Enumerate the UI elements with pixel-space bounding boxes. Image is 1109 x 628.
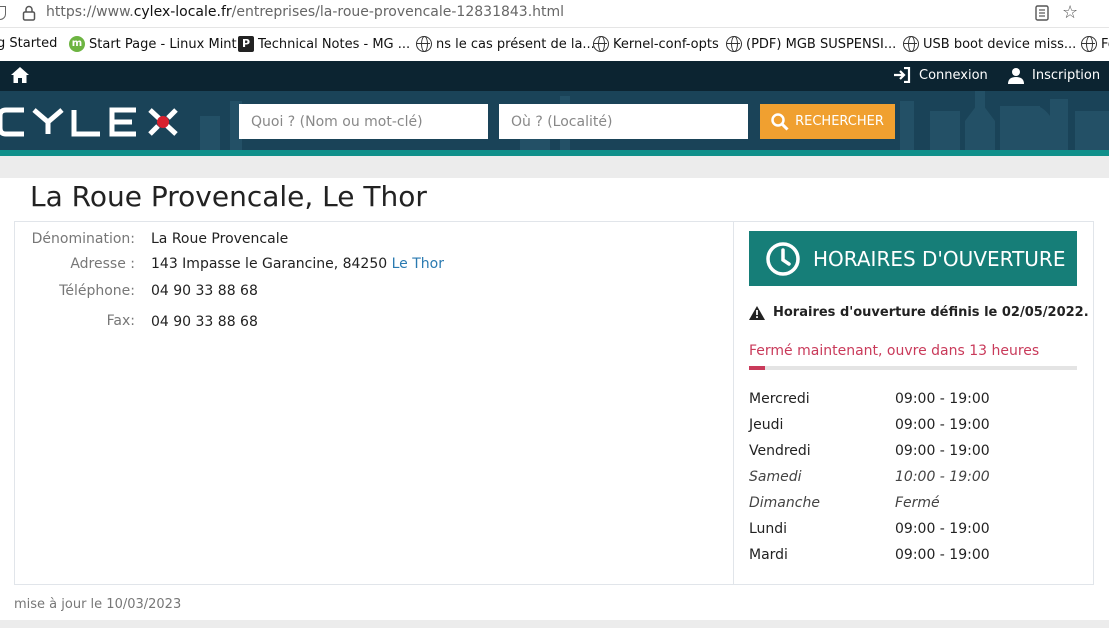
lock-icon[interactable]: [22, 5, 36, 21]
bookmark-label: (PDF) MGB SUSPENSI...: [746, 36, 897, 52]
bookmark-label: USB boot device miss...: [923, 36, 1077, 52]
mint-icon: m: [69, 36, 85, 52]
hours-time: 09:00 - 19:00: [895, 521, 990, 537]
site-header: Connexion Inscription RECHERCHER: [0, 61, 1109, 156]
bookmark-kernel-conf[interactable]: Kernel-conf-opts: [593, 36, 719, 52]
status-progress-fill: [749, 366, 766, 370]
globe-icon: [726, 36, 742, 52]
bookmark-label: Technical Notes - MG ...: [258, 36, 411, 52]
hours-day: Mardi: [749, 547, 788, 563]
search-button[interactable]: RECHERCHER: [760, 104, 895, 139]
signup-link[interactable]: Inscription: [1008, 67, 1100, 84]
opening-hours-banner: HORAIRES D'OUVERTURE: [749, 231, 1077, 286]
bookmark-usb-boot[interactable]: USB boot device miss...: [903, 36, 1076, 52]
bookmark-technical-notes[interactable]: P Technical Notes - MG ...: [238, 36, 410, 52]
hours-time: 09:00 - 19:00: [895, 547, 990, 563]
status-progress-bar: [749, 366, 1077, 370]
search-button-label: RECHERCHER: [795, 114, 884, 129]
bookmark-linux-mint[interactable]: m Start Page - Linux Mint: [69, 36, 237, 52]
hours-time: 09:00 - 19:00: [895, 443, 990, 459]
reader-view-icon[interactable]: [1035, 5, 1049, 21]
hours-time: Fermé: [895, 495, 940, 511]
bookmark-label: ns le cas présent de la...: [436, 36, 595, 52]
opening-hours-title: HORAIRES D'OUVERTURE: [813, 246, 1066, 271]
page-bottom-band: [0, 620, 1109, 628]
phone-label: Téléphone:: [59, 283, 135, 299]
user-icon: [1008, 68, 1024, 84]
address-value: 143 Impasse le Garancine, 84250 Le Thor: [151, 256, 444, 272]
bookmark-label: Kernel-conf-opts: [613, 36, 719, 52]
bookmark-mgb-suspension[interactable]: (PDF) MGB SUSPENSI...: [726, 36, 896, 52]
page-title: La Roue Provencale, Le Thor: [30, 180, 427, 213]
cylex-logo[interactable]: [0, 102, 182, 142]
address-street: 143 Impasse le Garancine, 84250: [151, 256, 388, 272]
bookmark-fe[interactable]: Fe: [1081, 36, 1109, 52]
login-label: Connexion: [919, 67, 988, 83]
search-where-input[interactable]: [499, 104, 748, 139]
url-text[interactable]: https://www.cylex-locale.fr/entreprises/…: [46, 4, 564, 20]
hours-time: 09:00 - 19:00: [895, 391, 990, 407]
sign-in-icon: [894, 67, 911, 83]
page-separator: [0, 156, 1109, 178]
login-link[interactable]: Connexion: [893, 67, 988, 83]
search-icon: [771, 112, 789, 131]
globe-icon: [1081, 36, 1097, 52]
globe-icon: [416, 36, 432, 52]
last-updated: mise à jour le 10/03/2023: [14, 597, 182, 612]
home-icon[interactable]: [10, 66, 30, 84]
city-link[interactable]: Le Thor: [392, 256, 444, 272]
bookmark-label: g Started: [0, 36, 58, 51]
browser-url-bar: https://www.cylex-locale.fr/entreprises/…: [0, 0, 1109, 28]
hours-time: 09:00 - 19:00: [895, 417, 990, 433]
bookmark-label: Fe: [1101, 36, 1109, 52]
signup-label: Inscription: [1032, 68, 1101, 83]
hours-time: 10:00 - 19:00: [895, 469, 990, 485]
search-what-input[interactable]: [239, 104, 488, 139]
bookmark-cas-present[interactable]: ns le cas présent de la...: [416, 36, 595, 52]
bookmarks-toolbar: g Started m Start Page - Linux Mint P Tech…: [0, 28, 1109, 61]
tracking-shield-icon[interactable]: [0, 6, 6, 20]
hours-day: Lundi: [749, 521, 788, 537]
hours-day: Vendredi: [749, 443, 811, 459]
p-icon: P: [238, 36, 254, 52]
hours-warning: Horaires d'ouverture définis le 02/05/20…: [749, 305, 1089, 320]
open-status: Fermé maintenant, ouvre dans 13 heures: [749, 343, 1040, 359]
globe-icon: [593, 36, 609, 52]
hours-day: Dimanche: [749, 495, 820, 511]
bookmark-label: Start Page - Linux Mint: [89, 36, 237, 52]
fax-label: Fax:: [106, 313, 135, 329]
bookmark-getting-started[interactable]: g Started: [0, 36, 57, 51]
clock-icon: [766, 241, 800, 276]
hours-warning-text: Horaires d'ouverture définis le 02/05/20…: [773, 305, 1089, 320]
address-label: Adresse :: [70, 256, 135, 272]
phone-value[interactable]: 04 90 33 88 68: [151, 283, 258, 299]
bookmark-star-icon[interactable]: ☆: [1062, 2, 1078, 23]
hours-day: Jeudi: [749, 417, 784, 433]
name-label: Dénomination:: [31, 231, 135, 247]
hours-day: Samedi: [749, 469, 802, 485]
hours-day: Mercredi: [749, 391, 810, 407]
card-divider: [733, 222, 734, 584]
name-value: La Roue Provencale: [151, 231, 289, 247]
globe-icon: [903, 36, 919, 52]
fax-value: 04 90 33 88 68: [151, 314, 258, 330]
warning-icon: [749, 305, 765, 320]
